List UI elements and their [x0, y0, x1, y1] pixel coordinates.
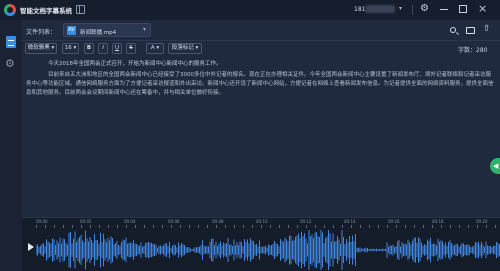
paragraph[interactable]: 今天2018年全国两会正式召开，开始为新闻中心新闻中心的服务工作。: [26, 60, 494, 69]
ruler-label: 00:06: [168, 219, 180, 224]
audio-timeline[interactable]: 00:00 00:02 00:04 00:06 00:08 00:10 00:12 00:14…: [22, 217, 500, 271]
share-icon[interactable]: ⇧: [483, 24, 491, 34]
underline-button[interactable]: U: [112, 43, 122, 54]
ruler-label: 00:18: [432, 219, 444, 224]
title-separator: [412, 5, 413, 15]
search-icon[interactable]: [450, 27, 456, 33]
italic-button[interactable]: I: [98, 43, 108, 54]
settings-icon[interactable]: ⚙: [5, 58, 17, 70]
ruler-label: 00:16: [388, 219, 400, 224]
close-icon[interactable]: ×: [478, 2, 487, 15]
paragraph-mark-select[interactable]: 段落标记 ▾: [168, 43, 202, 54]
chevron-down-icon: ▾: [142, 26, 146, 33]
file-name: 新闻联播.mp4: [80, 29, 117, 36]
bold-button[interactable]: B: [84, 43, 94, 54]
app-logo-icon: [4, 4, 16, 16]
file-select[interactable]: AV 新闻联播.mp4 ▾: [63, 23, 151, 37]
strikethrough-button[interactable]: S: [126, 43, 136, 54]
font-family-select[interactable]: 微软雅黑 ▾: [25, 43, 57, 54]
sidebar: ⚙: [0, 20, 22, 271]
folder-icon[interactable]: [466, 27, 475, 34]
collapse-sidebar-icon[interactable]: [76, 5, 85, 14]
ruler-label: 00:10: [256, 219, 268, 224]
title-bar: 智能文档字幕系统 181 ▾ ⚙ ×: [0, 0, 500, 20]
transcript-text[interactable]: 今天2018年全国两会正式召开，开始为新闻中心新闻中心的服务工作。 目前来自五大…: [26, 60, 494, 98]
toolbar-divider: [22, 40, 500, 41]
minimize-icon[interactable]: [440, 9, 448, 10]
app-title: 智能文档字幕系统: [20, 7, 72, 15]
word-count: 字数：280: [458, 47, 488, 54]
ruler-label: 00:14: [344, 219, 356, 224]
maximize-icon[interactable]: [459, 5, 467, 13]
document-icon[interactable]: [6, 36, 16, 48]
paragraph[interactable]: 目前来自五大洲和地区的全国两会新闻中心已经接受了3000多位中外记者的报名。现在…: [26, 71, 494, 98]
font-size-select[interactable]: 16 ▾: [62, 43, 79, 54]
ruler-label: 00:08: [212, 219, 224, 224]
chevron-down-icon[interactable]: ▾: [399, 5, 402, 12]
ruler-label: 00:20: [476, 219, 488, 224]
ruler-ticks: [36, 225, 500, 228]
ruler-label: 00:04: [124, 219, 136, 224]
user-id[interactable]: 181: [354, 6, 365, 13]
file-type-icon: AV: [67, 26, 76, 35]
ruler-label: 00:12: [300, 219, 312, 224]
help-bubble-icon[interactable]: ◀: [490, 158, 500, 174]
ruler-label: 00:02: [80, 219, 92, 224]
play-icon[interactable]: [28, 243, 34, 251]
file-list-label: 文件列表：: [26, 29, 57, 36]
gear-icon[interactable]: ⚙: [420, 3, 429, 14]
ruler-label: 00:00: [36, 219, 48, 224]
font-color-select[interactable]: A ▾: [146, 43, 164, 54]
user-id-masked: [365, 5, 395, 13]
audio-waveform[interactable]: [36, 230, 500, 270]
